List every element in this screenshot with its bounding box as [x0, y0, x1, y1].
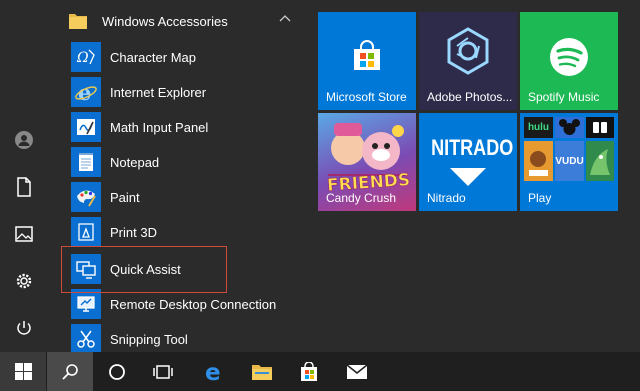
folder-label: Windows Accessories	[102, 13, 228, 29]
pictures-button[interactable]	[0, 214, 48, 254]
photoshop-express-icon	[447, 27, 489, 75]
app-label: Remote Desktop Connection	[110, 296, 277, 312]
chevron-down-icon	[450, 168, 486, 186]
spotify-icon	[550, 38, 588, 76]
tile-label: Nitrado	[427, 191, 466, 205]
svg-text:Ω: Ω	[76, 50, 89, 66]
taskbar: e	[0, 352, 640, 391]
svg-text:e: e	[205, 361, 221, 383]
user-icon	[15, 131, 33, 149]
remote-desktop-icon	[71, 289, 101, 319]
app-label: Internet Explorer	[110, 84, 207, 100]
edge-icon: e	[205, 361, 221, 383]
settings-button[interactable]	[0, 261, 48, 301]
user-account-button[interactable]	[0, 120, 48, 160]
mail-icon	[346, 363, 368, 379]
nitrado-logo: NITRADO	[431, 135, 514, 160]
tile-nitrado[interactable]: NITRADO Nitrado	[419, 113, 517, 211]
math-input-icon	[71, 112, 101, 142]
tile-spotify[interactable]: Spotify Music	[520, 12, 618, 110]
mail-taskbar-button[interactable]	[334, 352, 380, 391]
tile-label: Microsoft Store	[326, 90, 407, 104]
tile-candy-crush-friends[interactable]: FRIENDS Candy Crush	[318, 113, 416, 211]
app-label: Snipping Tool	[110, 331, 188, 347]
selection-highlight	[61, 246, 227, 293]
tile-adobe-photoshop[interactable]: Adobe Photos...	[419, 12, 517, 110]
play-thumb-mickey	[555, 117, 584, 138]
power-icon	[17, 321, 31, 335]
app-list: Windows Accessories Ω Character Map e In…	[58, 0, 308, 352]
notepad-icon	[71, 147, 101, 177]
tile-label: Play	[528, 191, 552, 205]
windows-start-icon	[14, 363, 32, 380]
tile-microsoft-store[interactable]: Microsoft Store	[318, 12, 416, 110]
chevron-up-icon[interactable]	[279, 14, 291, 22]
app-label: Character Map	[110, 49, 196, 65]
app-paint[interactable]: Paint	[58, 180, 303, 214]
app-character-map[interactable]: Ω Character Map	[58, 40, 303, 74]
app-math-input-panel[interactable]: Math Input Panel	[58, 110, 303, 144]
play-thumb-dragon	[586, 141, 614, 181]
character-map-icon: Ω	[71, 42, 101, 72]
pictures-icon	[15, 226, 33, 242]
start-rail	[0, 0, 48, 352]
tile-label: Spotify Music	[528, 90, 600, 104]
folder-windows-accessories[interactable]: Windows Accessories	[58, 3, 303, 39]
play-thumb-vudu: VUDU	[555, 141, 584, 181]
internet-explorer-icon: e	[71, 77, 101, 107]
cortana-icon	[109, 363, 125, 380]
app-snipping-tool[interactable]: Snipping Tool	[58, 322, 303, 352]
store-taskbar-button[interactable]	[286, 352, 332, 391]
documents-icon	[17, 177, 31, 197]
settings-icon	[16, 273, 32, 289]
search-icon	[62, 363, 78, 380]
app-print-3d[interactable]: Print 3D	[58, 215, 303, 249]
tile-play-folder[interactable]: hulu VUDU Play	[520, 113, 618, 211]
store-bag-icon	[354, 40, 380, 70]
start-menu: Windows Accessories Ω Character Map e In…	[0, 0, 640, 352]
task-view-icon	[153, 364, 173, 379]
snipping-tool-icon	[71, 324, 101, 352]
play-thumb-game	[524, 141, 553, 181]
file-explorer-taskbar-button[interactable]	[239, 352, 285, 391]
app-label: Paint	[110, 189, 140, 205]
app-notepad[interactable]: Notepad	[58, 145, 303, 179]
tile-label: Adobe Photos...	[427, 90, 513, 104]
paint-icon	[71, 182, 101, 212]
print-3d-icon	[71, 217, 101, 247]
cortana-button[interactable]	[94, 352, 140, 391]
start-button[interactable]	[0, 352, 46, 391]
folder-icon	[69, 14, 87, 29]
play-thumb-dolby	[586, 117, 614, 138]
power-button[interactable]	[0, 308, 48, 348]
file-explorer-icon	[252, 364, 272, 380]
edge-taskbar-button[interactable]: e	[192, 352, 238, 391]
documents-button[interactable]	[0, 167, 48, 207]
app-internet-explorer[interactable]: e Internet Explorer	[58, 75, 303, 109]
tile-label: Candy Crush	[326, 191, 397, 205]
app-label: Math Input Panel	[110, 119, 209, 135]
app-label: Print 3D	[110, 224, 157, 240]
play-thumb-hulu: hulu	[524, 117, 553, 138]
task-view-button[interactable]	[140, 352, 186, 391]
store-icon	[301, 361, 317, 381]
search-button[interactable]	[47, 352, 93, 391]
app-label: Notepad	[110, 154, 160, 170]
